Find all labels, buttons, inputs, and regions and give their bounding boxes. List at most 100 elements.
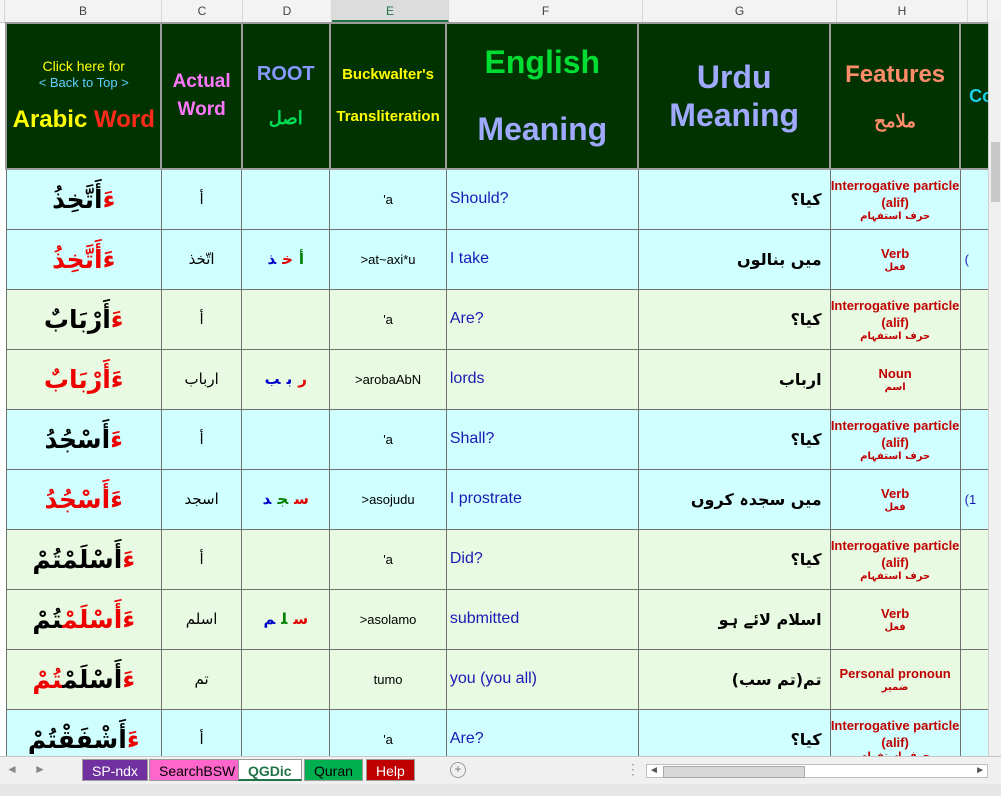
urdu-meaning-cell[interactable]: کیا؟ [637, 528, 831, 590]
actual-word-cell[interactable]: أ [160, 288, 243, 350]
features-cell[interactable]: Interrogative particle (alif) حرف استفہام [829, 288, 961, 350]
arabic-word-cell[interactable]: ءَأَسْلَمْتُمْ [5, 528, 162, 590]
features-cell[interactable]: Interrogative particle (alif) حرف استفہام [829, 708, 961, 756]
arabic-word-cell[interactable]: ءَأَتَّخِذُ [5, 228, 162, 290]
back-to-top-link[interactable]: < Back to Top > [39, 75, 129, 90]
tab-help[interactable]: Help [366, 759, 415, 781]
actual-word-cell[interactable]: أ [160, 408, 243, 470]
table-row[interactable]: ءَأَتَّخِذُ اتّخذ أخذ >at~axi*u I take میں بن… [5, 228, 1001, 290]
english-meaning-cell[interactable]: Are? [445, 708, 639, 756]
tab-nav-right-icon[interactable]: ► [34, 762, 46, 776]
root-cell[interactable] [241, 168, 331, 230]
column-letter-e[interactable]: E [332, 0, 449, 22]
buckwalter-cell[interactable]: 'a [329, 408, 447, 470]
table-row[interactable]: ءَأَسْجُدُ اسجد سجد >asojudu I prostrate میں … [5, 468, 1001, 530]
table-row[interactable]: ءَأَشْفَقْتُمْ أ'a Are? کیا؟ Interrogative p… [5, 708, 1001, 756]
tab-qgdic[interactable]: QGDic [238, 759, 302, 781]
column-letter-h[interactable]: H [837, 0, 968, 22]
header-root[interactable]: ROOT اصل [240, 22, 331, 170]
header-features[interactable]: Features ملامح [829, 22, 962, 170]
tab-sp-ndx[interactable]: SP-ndx [82, 759, 148, 781]
urdu-meaning-cell[interactable]: میں بنالوں [637, 228, 831, 290]
vertical-scrollbar[interactable] [988, 22, 1001, 756]
actual-word-cell[interactable]: أ [160, 528, 243, 590]
root-cell[interactable] [241, 528, 331, 590]
buckwalter-cell[interactable]: tumo [329, 648, 447, 710]
header-actual-word[interactable]: Actual Word [160, 22, 243, 170]
english-meaning-cell[interactable]: Are? [445, 288, 639, 350]
column-letter-d[interactable]: D [243, 0, 332, 22]
table-row[interactable]: ءَأَسْلَمْتُمْ أ'a Did? کیا؟ Interrogative p… [5, 528, 1001, 590]
scroll-right-icon[interactable]: ► [975, 765, 985, 776]
tab-quran[interactable]: Quran [304, 759, 363, 781]
arabic-word-cell[interactable]: ءَأَرْبَابٌ [5, 288, 162, 350]
arabic-word-cell[interactable]: ءَأَسْجُدُ [5, 468, 162, 530]
root-cell[interactable]: أخذ [241, 228, 331, 290]
urdu-meaning-cell[interactable]: میں سجدہ کروں [637, 468, 831, 530]
header-urdu-meaning[interactable]: Urdu Meaning [637, 22, 832, 170]
arabic-word-cell[interactable]: ءَأَشْفَقْتُمْ [5, 708, 162, 756]
features-cell[interactable]: Noun اسم [829, 348, 961, 410]
actual-word-cell[interactable]: أ [160, 708, 243, 756]
table-row[interactable]: ءَأَرْبَابٌ ارباب ربب >arobaAbN lords ارباب No… [5, 348, 1001, 410]
table-row[interactable]: ءَأَتَّخِذُ أ'a Should? کیا؟ Interrogative p… [5, 168, 1001, 230]
column-letter-b[interactable]: B [5, 0, 162, 22]
horizontal-scrollbar[interactable]: ◄ ► [646, 764, 988, 778]
english-meaning-cell[interactable]: Should? [445, 168, 639, 230]
table-row[interactable]: ءَأَرْبَابٌ أ 'a Are? کیا؟ Interrogative part… [5, 288, 1001, 350]
features-cell[interactable]: Interrogative particle (alif) حرف استفہام [829, 408, 961, 470]
table-row[interactable]: ءَأَسْلَمْتُمْ اسلم سلم >asolamo submitted اس… [5, 588, 1001, 650]
english-meaning-cell[interactable]: you (you all) [445, 648, 639, 710]
column-letter-f[interactable]: F [449, 0, 643, 22]
root-cell[interactable]: ربب [241, 348, 331, 410]
actual-word-cell[interactable]: اتّخذ [160, 228, 243, 290]
column-letter-i[interactable] [968, 0, 988, 22]
horizontal-scroll-thumb[interactable] [663, 766, 805, 778]
arabic-word-cell[interactable]: ءَأَسْلَمْتُمْ [5, 648, 162, 710]
buckwalter-cell[interactable]: >at~axi*u [329, 228, 447, 290]
arabic-word-cell[interactable]: ءَأَسْلَمْتُمْ [5, 588, 162, 650]
arabic-word-cell[interactable]: ءَأَسْجُدُ [5, 408, 162, 470]
arabic-word-cell[interactable]: ءَأَرْبَابٌ [5, 348, 162, 410]
buckwalter-cell[interactable]: 'a [329, 708, 447, 756]
buckwalter-cell[interactable]: 'a [329, 528, 447, 590]
table-row[interactable]: ءَأَسْلَمْتُمْ تم tumo you (you all) تم(تم س… [5, 648, 1001, 710]
features-cell[interactable]: Verb فعل [829, 468, 961, 530]
english-meaning-cell[interactable]: lords [445, 348, 639, 410]
column-letter-g[interactable]: G [643, 0, 837, 22]
root-cell[interactable] [241, 708, 331, 756]
buckwalter-cell[interactable]: >asolamo [329, 588, 447, 650]
actual-word-cell[interactable]: اسلم [160, 588, 243, 650]
features-cell[interactable]: Interrogative particle (alif) حرف استفہام [829, 528, 961, 590]
actual-word-cell[interactable]: ارباب [160, 348, 243, 410]
root-cell[interactable] [241, 288, 331, 350]
buckwalter-cell[interactable]: 'a [329, 168, 447, 230]
urdu-meaning-cell[interactable]: تم(تم سب) [637, 648, 831, 710]
english-meaning-cell[interactable]: I prostrate [445, 468, 639, 530]
actual-word-cell[interactable]: أ [160, 168, 243, 230]
features-cell[interactable]: Personal pronoun ضمیر [829, 648, 961, 710]
tab-nav-left-icon[interactable]: ◄ [6, 762, 18, 776]
urdu-meaning-cell[interactable]: کیا؟ [637, 288, 831, 350]
english-meaning-cell[interactable]: I take [445, 228, 639, 290]
root-cell[interactable] [241, 648, 331, 710]
table-row[interactable]: ءَأَسْجُدُ أ 'a Shall? کیا؟ Interrogative par… [5, 408, 1001, 470]
urdu-meaning-cell[interactable]: اسلام لائے ہو [637, 588, 831, 650]
header-arabic-word[interactable]: Click here for < Back to Top > Arabic Wo… [4, 22, 163, 170]
root-cell[interactable]: سجد [241, 468, 331, 530]
splitter-dots-icon[interactable]: ⋮ [626, 761, 641, 778]
actual-word-cell[interactable]: تم [160, 648, 243, 710]
add-sheet-icon[interactable]: + [450, 762, 466, 778]
vertical-scroll-thumb[interactable] [991, 142, 1000, 202]
column-letter-c[interactable]: C [162, 0, 243, 22]
buckwalter-cell[interactable]: 'a [329, 288, 447, 350]
features-cell[interactable]: Verb فعل [829, 588, 961, 650]
english-meaning-cell[interactable]: Shall? [445, 408, 639, 470]
actual-word-cell[interactable]: اسجد [160, 468, 243, 530]
features-cell[interactable]: Interrogative particle (alif) حرف استفہام [829, 168, 961, 230]
header-english-meaning[interactable]: English Meaning [445, 22, 640, 170]
urdu-meaning-cell[interactable]: ارباب [637, 348, 831, 410]
urdu-meaning-cell[interactable]: کیا؟ [637, 408, 831, 470]
urdu-meaning-cell[interactable]: کیا؟ [637, 168, 831, 230]
tab-searchbsw[interactable]: SearchBSW [149, 759, 246, 781]
